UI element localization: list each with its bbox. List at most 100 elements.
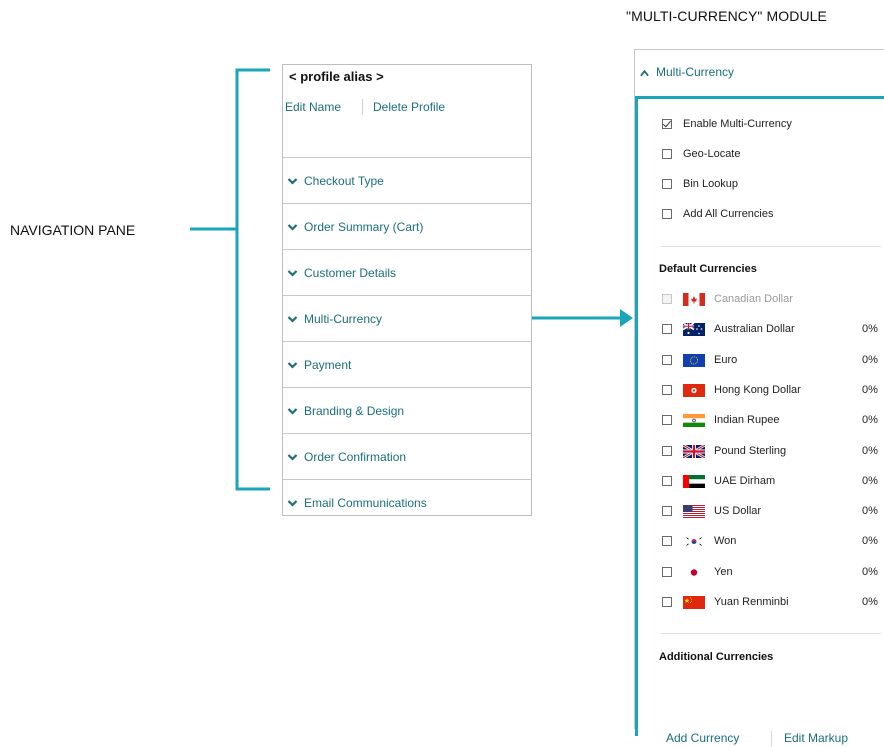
- option-label: Add All Currencies: [683, 208, 774, 220]
- nav-item-label: Multi-Currency: [304, 311, 383, 326]
- default-currencies-title: Default Currencies: [659, 263, 757, 275]
- multi-currency-header[interactable]: Multi-Currency: [635, 50, 884, 96]
- chevron-down-icon: [287, 361, 298, 369]
- currency-row-indian-rupee: Indian Rupee 0%: [638, 411, 884, 431]
- chevron-down-icon: [287, 269, 298, 277]
- option-add-all-currencies: Add All Currencies: [638, 205, 884, 225]
- currency-checkbox[interactable]: [662, 506, 672, 517]
- nav-item-label: Payment: [304, 357, 352, 372]
- nav-item-customer-details[interactable]: Customer Details: [283, 249, 531, 295]
- nav-item-order-summary-cart[interactable]: Order Summary (Cart): [283, 203, 531, 249]
- option-geo-locate: Geo-Locate: [638, 145, 884, 165]
- currency-name: Won: [714, 535, 737, 548]
- currency-row-yen: Yen 0%: [638, 563, 884, 583]
- nav-item-checkout-type[interactable]: Checkout Type: [283, 157, 531, 203]
- bin-lookup-checkbox[interactable]: [662, 179, 672, 189]
- nav-item-payment[interactable]: Payment: [283, 341, 531, 387]
- chevron-down-icon: [287, 453, 298, 461]
- currency-row-yuan-renminbi: Yuan Renminbi 0%: [638, 593, 884, 613]
- chevron-down-icon: [287, 177, 298, 185]
- india-flag-icon: [683, 414, 705, 428]
- chevron-down-icon: [287, 499, 298, 507]
- currency-markup-percent: 0%: [862, 414, 878, 427]
- currency-checkbox[interactable]: [662, 536, 672, 547]
- option-bin-lookup: Bin Lookup: [638, 175, 884, 195]
- currency-markup-percent: 0%: [862, 353, 878, 366]
- geo-locate-checkbox[interactable]: [662, 149, 672, 159]
- currency-row-hong-kong-dollar: Hong Kong Dollar 0%: [638, 381, 884, 401]
- nav-item-email-communications[interactable]: Email Communications: [283, 479, 531, 525]
- currency-markup-percent: 0%: [862, 565, 878, 578]
- currency-checkbox[interactable]: [662, 384, 672, 395]
- uk-flag-icon: [682, 443, 706, 459]
- currency-name: Yen: [714, 565, 733, 578]
- currency-row-us-dollar: US Dollar 0%: [638, 502, 884, 522]
- currency-name: Yuan Renminbi: [714, 596, 789, 608]
- south-korea-flag-icon: [683, 535, 705, 549]
- add-currency-button[interactable]: Add Currency: [666, 731, 739, 745]
- currency-name: US Dollar: [714, 505, 762, 518]
- enable-multi-currency-checkbox[interactable]: [662, 119, 672, 129]
- currency-checkbox[interactable]: [662, 475, 672, 486]
- navigation-pane: < profile alias > Edit Name Delete Profi…: [282, 64, 532, 516]
- nav-item-label: Customer Details: [304, 265, 397, 280]
- australia-flag-icon: [682, 322, 705, 337]
- option-label: Geo-Locate: [683, 148, 741, 160]
- currency-checkbox[interactable]: [662, 597, 672, 607]
- currency-name: Indian Rupee: [714, 414, 780, 427]
- divider: [661, 246, 881, 247]
- delete-profile-link[interactable]: Delete Profile: [373, 100, 445, 114]
- multi-currency-module: Multi-Currency Enable Multi-Currency Geo-…: [634, 49, 884, 747]
- action-divider: [771, 731, 772, 747]
- chevron-down-icon: [287, 223, 298, 231]
- nav-item-order-confirmation[interactable]: Order Confirmation: [283, 433, 531, 479]
- option-label: Bin Lookup: [683, 178, 739, 190]
- currency-name: UAE Dirham: [714, 474, 776, 487]
- multi-currency-header-label: Multi-Currency: [656, 65, 735, 79]
- edit-name-link[interactable]: Edit Name: [285, 100, 341, 114]
- currency-row-pound-sterling: Pound Sterling 0%: [638, 442, 884, 462]
- currency-checkbox[interactable]: [662, 354, 672, 365]
- currency-name: Hong Kong Dollar: [714, 383, 801, 396]
- currency-markup-percent: 0%: [862, 323, 878, 336]
- add-all-currencies-checkbox[interactable]: [662, 209, 672, 219]
- option-enable-multi-currency: Enable Multi-Currency: [638, 115, 884, 135]
- currency-row-won: Won 0%: [638, 532, 884, 552]
- module-callout-title: "MULTI-CURRENCY" MODULE: [626, 8, 827, 24]
- divider: [661, 633, 881, 634]
- currency-markup-percent: 0%: [862, 444, 878, 457]
- currency-checkbox[interactable]: [662, 566, 672, 577]
- chevron-up-icon: [640, 69, 649, 77]
- uae-flag-icon: [683, 474, 705, 488]
- currency-row-australian-dollar: Australian Dollar 0%: [638, 320, 884, 340]
- edit-markup-button[interactable]: Edit Markup: [784, 731, 848, 745]
- link-divider: [362, 99, 363, 115]
- multi-currency-body: Enable Multi-Currency Geo-Locate Bin Looku…: [635, 96, 884, 747]
- currency-checkbox[interactable]: [662, 415, 672, 426]
- currency-row-euro: Euro 0%: [638, 351, 884, 371]
- nav-item-label: Checkout Type: [304, 173, 384, 188]
- eu-flag-icon: [683, 353, 705, 367]
- chevron-down-icon: [287, 315, 298, 323]
- currency-markup-percent: 0%: [862, 535, 878, 548]
- nav-item-multi-currency[interactable]: Multi-Currency: [283, 295, 531, 341]
- us-flag-icon: [683, 505, 705, 519]
- currency-row-canadian-dollar: Canadian Dollar: [638, 290, 884, 310]
- japan-flag-icon: [683, 565, 705, 579]
- nav-item-label: Order Confirmation: [304, 449, 407, 464]
- currency-checkbox[interactable]: [662, 324, 672, 335]
- currency-checkbox: [662, 294, 672, 304]
- option-label: Enable Multi-Currency: [683, 118, 792, 130]
- currency-markup-percent: 0%: [862, 505, 878, 518]
- nav-bracket: [235, 68, 270, 491]
- chevron-down-icon: [287, 407, 298, 415]
- currency-row-uae-dirham: UAE Dirham 0%: [638, 472, 884, 492]
- module-arrow-head: [620, 309, 633, 327]
- currency-name: Euro: [714, 353, 738, 366]
- nav-item-branding-design[interactable]: Branding & Design: [283, 387, 531, 433]
- currency-name: Pound Sterling: [714, 444, 787, 457]
- navigation-pane-label: NAVIGATION PANE: [10, 222, 136, 238]
- currency-markup-percent: 0%: [862, 383, 878, 396]
- currency-checkbox[interactable]: [662, 445, 672, 456]
- currency-name: Australian Dollar: [714, 323, 795, 336]
